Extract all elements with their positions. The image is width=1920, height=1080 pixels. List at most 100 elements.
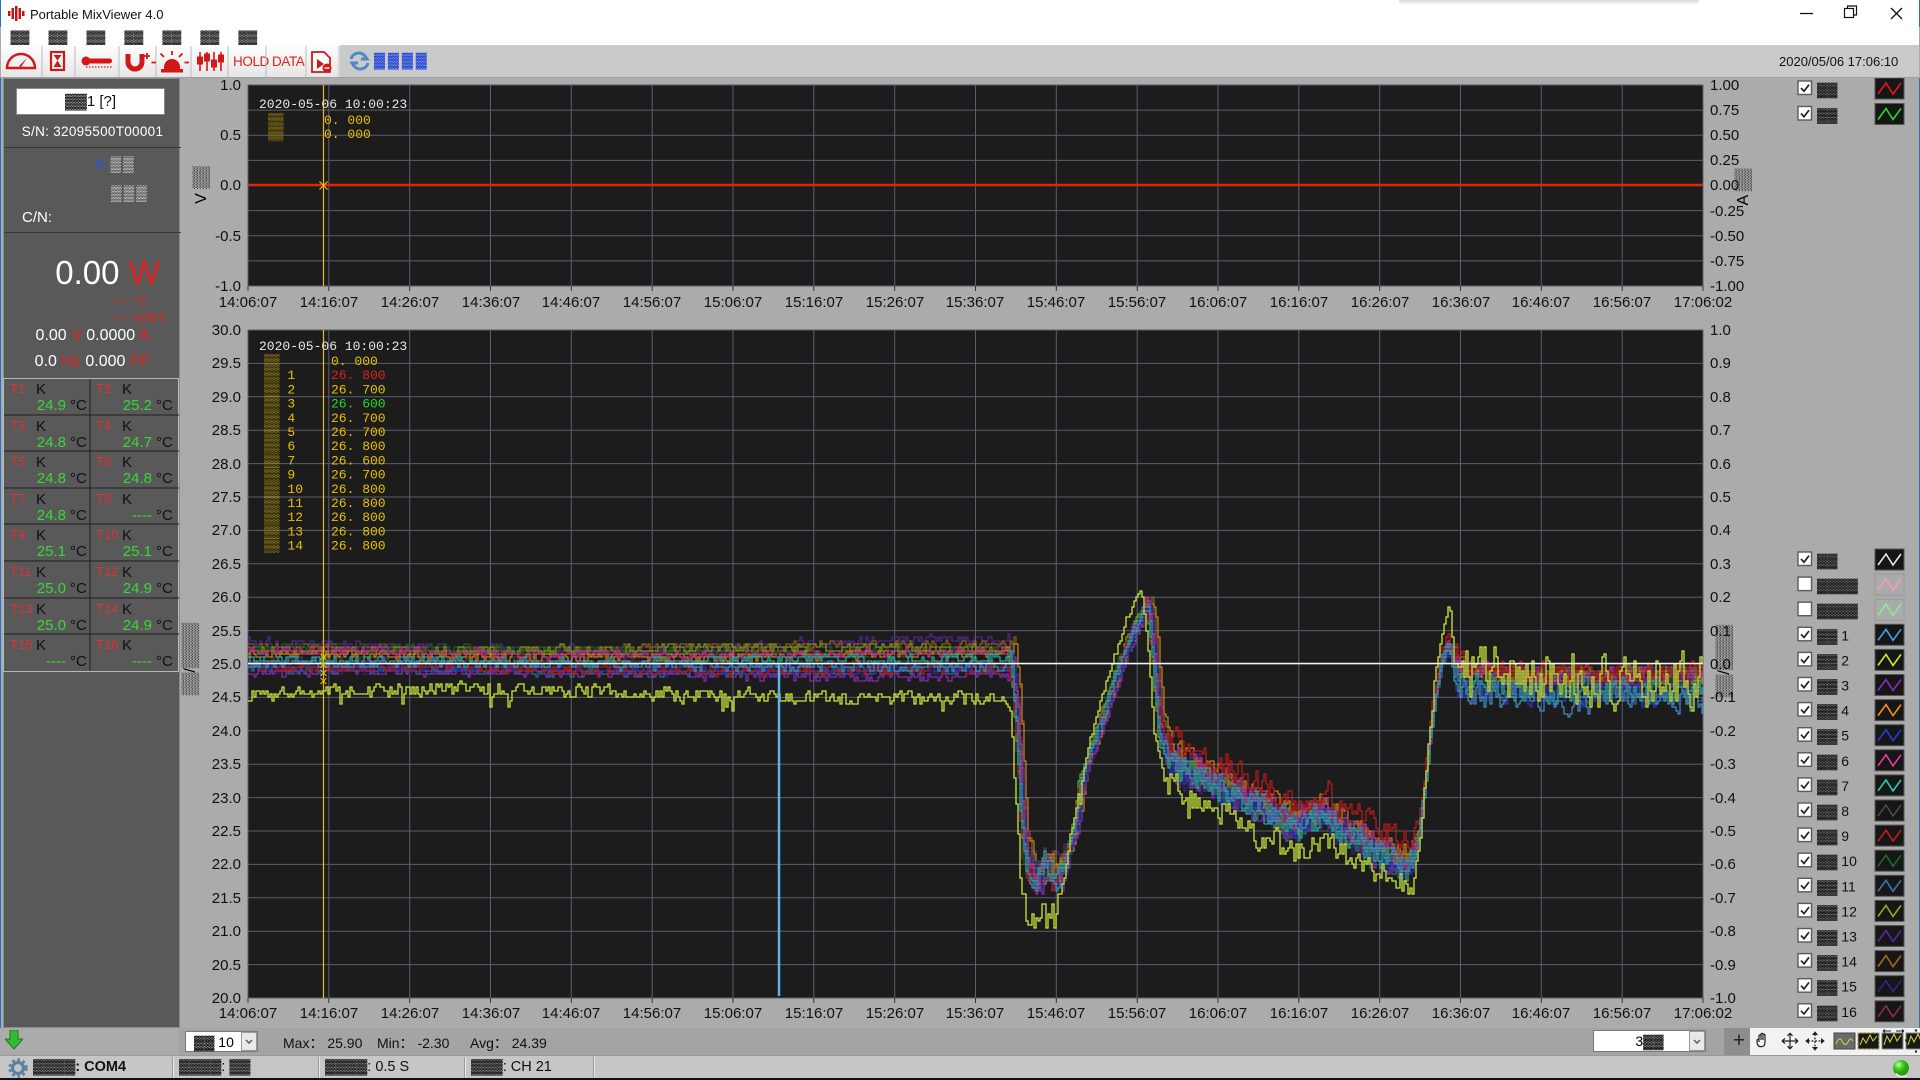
- svg-text:°C: °C: [156, 397, 173, 414]
- svg-text:V ▒▒: V ▒▒: [192, 165, 210, 203]
- svg-text:14:46:07: 14:46:07: [542, 294, 600, 311]
- svg-text:▓▓ 7: ▓▓ 7: [1817, 778, 1849, 796]
- svg-text:26. 700: 26. 700: [331, 468, 386, 483]
- svg-text:▓▓ 11: ▓▓ 11: [1817, 878, 1856, 896]
- svg-text:28.0: 28.0: [212, 456, 241, 473]
- svg-text:26. 700: 26. 700: [331, 425, 386, 440]
- svg-text:1.00: 1.00: [1710, 78, 1739, 94]
- svg-text:24.9: 24.9: [123, 617, 152, 634]
- svg-text:▓▓: ▓▓: [1817, 552, 1838, 570]
- svg-text:-1.00: -1.00: [1710, 278, 1744, 295]
- svg-text:K: K: [36, 637, 46, 654]
- svg-text:1.0: 1.0: [220, 78, 241, 94]
- svg-text:°C: °C: [156, 580, 173, 597]
- svg-text:▓▓: ▓▓: [1817, 81, 1838, 99]
- svg-text:14:06:07: 14:06:07: [219, 294, 277, 311]
- svg-text:26. 800: 26. 800: [331, 482, 386, 497]
- svg-text:26. 600: 26. 600: [331, 453, 386, 468]
- svg-text:T7: T7: [10, 491, 25, 506]
- svg-text:----: ----: [46, 653, 66, 670]
- svg-text:▓▓▓▓: ▓▓▓▓: [1817, 602, 1859, 620]
- svg-text:0.0: 0.0: [220, 177, 241, 194]
- svg-text:1.0: 1.0: [1710, 322, 1731, 339]
- svg-text:K: K: [122, 527, 132, 544]
- svg-text:°C: °C: [156, 470, 173, 487]
- svg-text:-0.50: -0.50: [1710, 228, 1744, 245]
- svg-text:14:56:07: 14:56:07: [623, 294, 681, 311]
- svg-text:T8: T8: [96, 491, 111, 506]
- svg-text:24.8: 24.8: [37, 434, 66, 451]
- svg-text:▒▒ 1: ▒▒ 1: [264, 368, 295, 383]
- svg-text:14:16:07: 14:16:07: [300, 294, 358, 311]
- svg-text:▒▒ 3: ▒▒ 3: [264, 397, 295, 412]
- svg-text:15:26:07: 15:26:07: [866, 294, 924, 311]
- svg-text:25.1: 25.1: [123, 543, 152, 560]
- svg-text:14:46:07: 14:46:07: [542, 1005, 600, 1022]
- svg-text:T5: T5: [10, 454, 25, 469]
- svg-text:16:16:07: 16:16:07: [1270, 1005, 1328, 1022]
- svg-text:°C: °C: [70, 397, 87, 414]
- svg-text:K: K: [36, 381, 46, 398]
- svg-text:T12: T12: [96, 564, 118, 579]
- svg-text:24.8: 24.8: [123, 470, 152, 487]
- svg-text:2020-05-06 10:00:23: 2020-05-06 10:00:23: [259, 339, 407, 354]
- svg-text:23.0: 23.0: [212, 790, 241, 807]
- svg-text:15:36:07: 15:36:07: [946, 1005, 1004, 1022]
- svg-text:-0.5: -0.5: [1710, 823, 1736, 840]
- svg-text:20.5: 20.5: [212, 957, 241, 974]
- svg-text:0.25: 0.25: [1710, 152, 1739, 169]
- svg-text:17:06:02: 17:06:02: [1674, 1005, 1732, 1022]
- svg-text:28.5: 28.5: [212, 422, 241, 439]
- svg-text:-0.6: -0.6: [1710, 856, 1736, 873]
- svg-text:°C: °C: [70, 434, 87, 451]
- svg-text:26. 600: 26. 600: [331, 397, 386, 412]
- svg-text:▓▓: ▓▓: [1817, 107, 1838, 125]
- svg-text:-0.7: -0.7: [1710, 890, 1736, 907]
- svg-text:▓▓▓▓: ▓▓▓▓: [1817, 577, 1859, 595]
- svg-text:▒▒ 13: ▒▒ 13: [264, 524, 303, 539]
- svg-text:-0.75: -0.75: [1710, 253, 1744, 270]
- svg-text:22.0: 22.0: [212, 856, 241, 873]
- svg-text:°C: °C: [156, 617, 173, 634]
- svg-text:▓▓ 8: ▓▓ 8: [1817, 803, 1849, 821]
- svg-text:K: K: [36, 491, 46, 508]
- svg-text:24.0: 24.0: [212, 723, 241, 740]
- svg-text:26. 700: 26. 700: [331, 411, 386, 426]
- svg-text:27.5: 27.5: [212, 489, 241, 506]
- svg-text:0. 000: 0. 000: [324, 113, 371, 128]
- svg-text:▒▒: ▒▒: [268, 113, 284, 128]
- svg-text:15:06:07: 15:06:07: [704, 294, 762, 311]
- svg-text:0.5: 0.5: [1710, 489, 1731, 506]
- svg-text:°C: °C: [70, 580, 87, 597]
- svg-text:----: ----: [132, 507, 152, 524]
- svg-text:▓▓ 2: ▓▓ 2: [1817, 652, 1849, 670]
- svg-text:24.8: 24.8: [37, 470, 66, 487]
- svg-text:0.6: 0.6: [1710, 456, 1731, 473]
- svg-text:24.8: 24.8: [37, 507, 66, 524]
- svg-text:K: K: [122, 418, 132, 435]
- svg-text:▒▒: ▒▒: [264, 354, 280, 369]
- svg-text:25.0: 25.0: [37, 580, 66, 597]
- svg-text:16:36:07: 16:36:07: [1432, 294, 1490, 311]
- svg-text:25.1: 25.1: [37, 543, 66, 560]
- svg-text:▒▒ 5: ▒▒ 5: [264, 425, 295, 440]
- svg-text:▒▒: ▒▒: [268, 127, 284, 142]
- svg-text:°C: °C: [156, 543, 173, 560]
- svg-text:▓▓ 5: ▓▓ 5: [1817, 728, 1849, 746]
- svg-text:K: K: [122, 564, 132, 581]
- svg-text:°C: °C: [156, 434, 173, 451]
- svg-text:T6: T6: [96, 454, 111, 469]
- svg-text:▓▓ 9: ▓▓ 9: [1817, 828, 1849, 846]
- svg-text:▓▓ 15: ▓▓ 15: [1817, 979, 1857, 997]
- svg-text:26. 700: 26. 700: [331, 382, 386, 397]
- svg-text:K: K: [36, 454, 46, 471]
- svg-text:▓▓ 10: ▓▓ 10: [1817, 853, 1857, 871]
- svg-text:T15: T15: [10, 637, 32, 652]
- svg-text:26. 800: 26. 800: [331, 439, 386, 454]
- svg-text:25.0: 25.0: [37, 617, 66, 634]
- svg-text:0.75: 0.75: [1710, 102, 1739, 119]
- svg-text:▓▓ 12: ▓▓ 12: [1817, 903, 1857, 921]
- svg-text:▒▒ 7: ▒▒ 7: [264, 453, 295, 468]
- svg-text:16:46:07: 16:46:07: [1512, 294, 1570, 311]
- svg-text:15:06:07: 15:06:07: [704, 1005, 762, 1022]
